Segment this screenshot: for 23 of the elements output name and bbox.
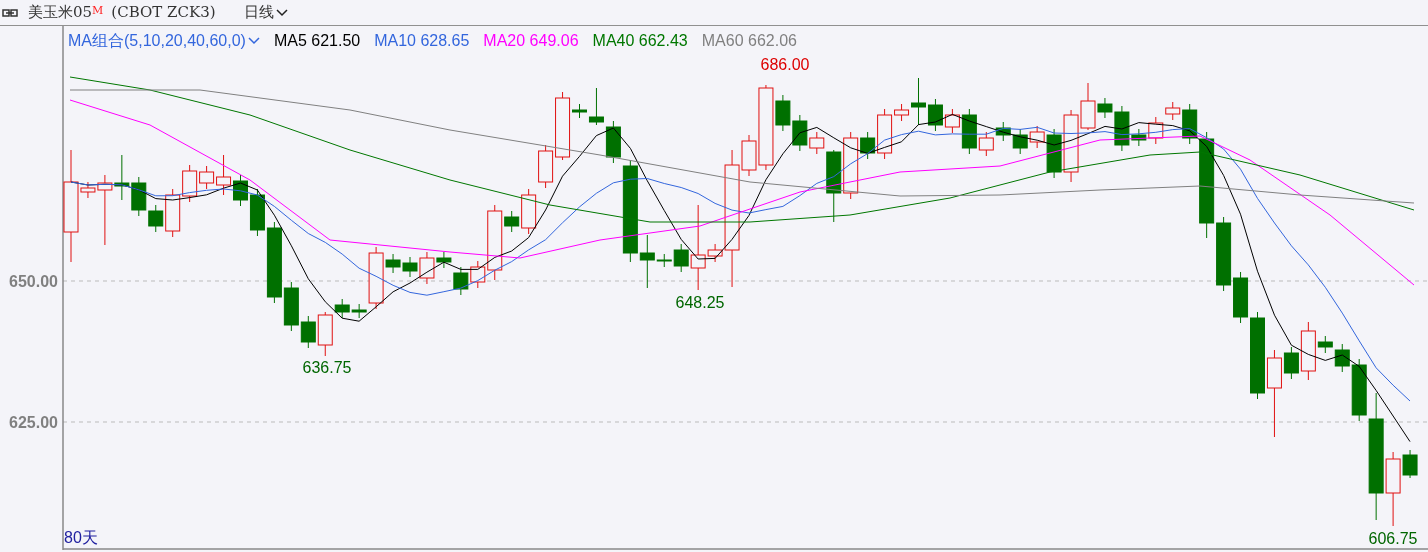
candlestick [1012, 128, 1028, 155]
ma-legend-item: MA10 628.65 [374, 31, 470, 51]
ma-legend-item: MA20 649.06 [483, 31, 579, 51]
price-label: 606.75 [1368, 530, 1418, 547]
candlestick [995, 121, 1011, 142]
ma-legend-item: MA60 662.06 [701, 31, 797, 51]
ma-legend-item: MA5 621.50 [273, 31, 361, 51]
chevron-down-icon [275, 8, 288, 17]
ma-legend-item: MA40 662.43 [592, 31, 688, 51]
range-label: 80天 [64, 529, 98, 546]
symbol-code: (CBOT ZCK3) [111, 2, 216, 24]
period-dropdown[interactable]: 日线 [243, 1, 288, 24]
link-icon[interactable] [2, 8, 18, 17]
price-label: 686.00 [760, 56, 810, 73]
price-label: 636.75 [302, 359, 352, 376]
market-marker: M [92, 3, 104, 19]
chevron-down-icon [247, 37, 260, 45]
ma-selector-dropdown[interactable]: MA组合(5,10,20,40,60,0) [68, 29, 260, 53]
y-axis-label: 625.00 [9, 414, 58, 431]
symbol-name: 美玉米05 [28, 2, 93, 24]
candlestick [131, 176, 147, 217]
y-axis-label: 650.00 [9, 273, 58, 290]
price-label: 648.25 [675, 294, 725, 311]
